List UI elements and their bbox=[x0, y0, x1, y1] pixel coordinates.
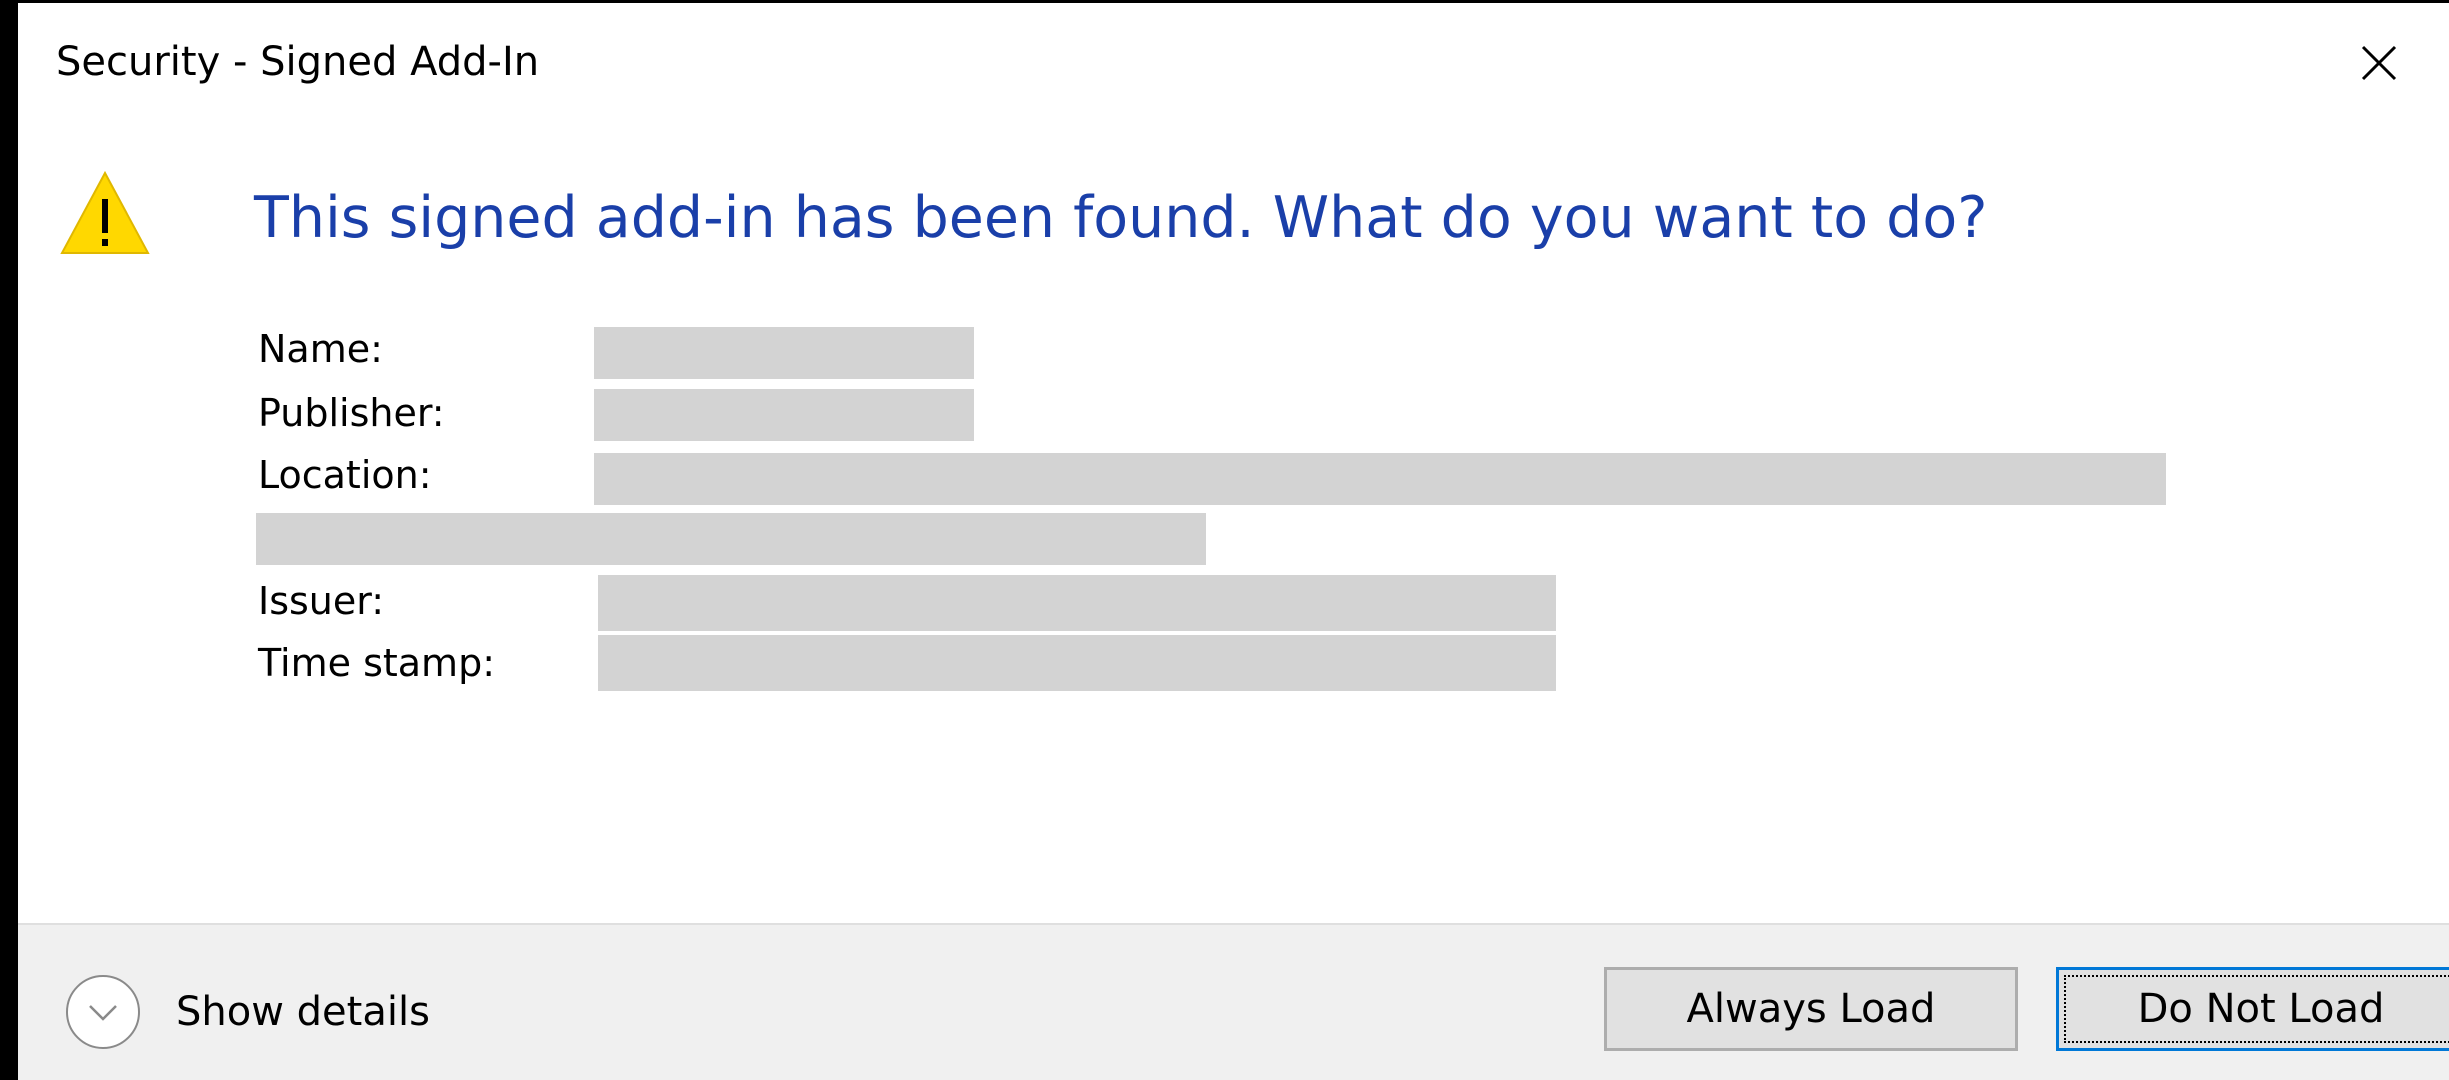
warning-triangle-icon bbox=[60, 171, 150, 254]
show-details-toggle[interactable]: Show details bbox=[64, 973, 430, 1051]
always-load-label: Always Load bbox=[1686, 986, 1936, 1032]
name-label: Name: bbox=[258, 327, 383, 371]
do-not-load-button[interactable]: Do Not Load bbox=[2056, 967, 2449, 1051]
issuer-label: Issuer: bbox=[258, 579, 385, 623]
security-dialog: Security - Signed Add-In This signed add… bbox=[18, 0, 2449, 1080]
publisher-label: Publisher: bbox=[258, 391, 445, 435]
show-details-label: Show details bbox=[176, 989, 430, 1035]
window-title: Security - Signed Add-In bbox=[56, 39, 540, 85]
chevron-down-circle-icon bbox=[66, 975, 140, 1049]
message-heading: This signed add-in has been found. What … bbox=[254, 185, 1988, 251]
location-label: Location: bbox=[258, 453, 432, 497]
close-icon bbox=[2361, 45, 2397, 81]
close-button[interactable] bbox=[2349, 33, 2409, 93]
location-value-redacted bbox=[594, 453, 2166, 505]
dialog-footer: Show details Always Load Do Not Load bbox=[18, 923, 2449, 1080]
publisher-value-redacted bbox=[594, 389, 974, 441]
location-value-redacted-continued bbox=[256, 513, 1206, 565]
timestamp-label: Time stamp: bbox=[258, 641, 495, 685]
timestamp-value-redacted bbox=[598, 635, 1556, 691]
do-not-load-label: Do Not Load bbox=[2137, 986, 2385, 1032]
always-load-button[interactable]: Always Load bbox=[1604, 967, 2018, 1051]
name-value-redacted bbox=[594, 327, 974, 379]
issuer-value-redacted bbox=[598, 575, 1556, 631]
title-bar: Security - Signed Add-In bbox=[18, 3, 2449, 133]
